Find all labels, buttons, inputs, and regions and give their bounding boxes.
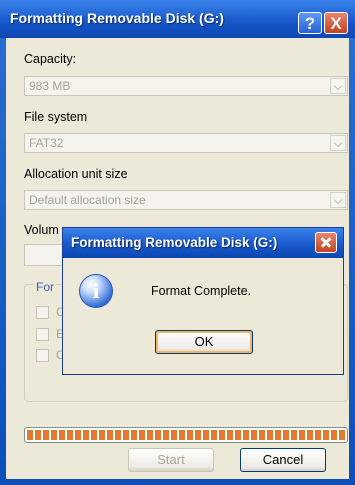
- start-button[interactable]: Start: [128, 448, 214, 472]
- format-dialog: Formatting Removable Disk (G:) ? X Capac…: [0, 0, 355, 485]
- close-button[interactable]: X: [324, 12, 348, 34]
- format-progress-bar: [24, 427, 348, 443]
- chevron-down-icon[interactable]: [330, 78, 346, 94]
- cancel-button[interactable]: Cancel: [240, 448, 326, 472]
- ok-button[interactable]: OK: [155, 330, 253, 354]
- quick-format-checkbox[interactable]: [36, 306, 49, 319]
- popup-title-bar[interactable]: Formatting Removable Disk (G:): [63, 228, 343, 258]
- chevron-down-icon[interactable]: [330, 135, 346, 151]
- compression-checkbox[interactable]: [36, 328, 49, 341]
- allocation-value: Default allocation size: [29, 193, 146, 207]
- allocation-select[interactable]: Default allocation size: [24, 190, 348, 210]
- format-options-label: For: [34, 280, 56, 294]
- file-system-label: File system: [24, 110, 88, 124]
- format-complete-message-box: Formatting Removable Disk (G:) i Format …: [62, 227, 344, 375]
- chevron-down-icon[interactable]: [330, 192, 346, 208]
- help-button[interactable]: ?: [298, 12, 322, 34]
- boot-disk-checkbox[interactable]: [36, 349, 49, 362]
- capacity-select[interactable]: 983 MB: [24, 76, 348, 96]
- popup-close-button[interactable]: [315, 232, 337, 253]
- capacity-label: Capacity:: [24, 52, 77, 66]
- file-system-select[interactable]: FAT32: [24, 133, 348, 153]
- progress-fill: [27, 430, 345, 440]
- allocation-label: Allocation unit size: [24, 167, 128, 181]
- window-title: Formatting Removable Disk (G:): [10, 10, 224, 26]
- information-icon: i: [79, 274, 113, 308]
- title-bar[interactable]: Formatting Removable Disk (G:) ? X: [0, 0, 355, 38]
- file-system-value: FAT32: [29, 136, 64, 150]
- popup-message: Format Complete.: [151, 284, 252, 298]
- popup-title: Formatting Removable Disk (G:): [71, 235, 278, 250]
- info-glyph: i: [92, 279, 100, 303]
- capacity-value: 983 MB: [29, 79, 71, 93]
- volume-label: Volum: [24, 223, 59, 237]
